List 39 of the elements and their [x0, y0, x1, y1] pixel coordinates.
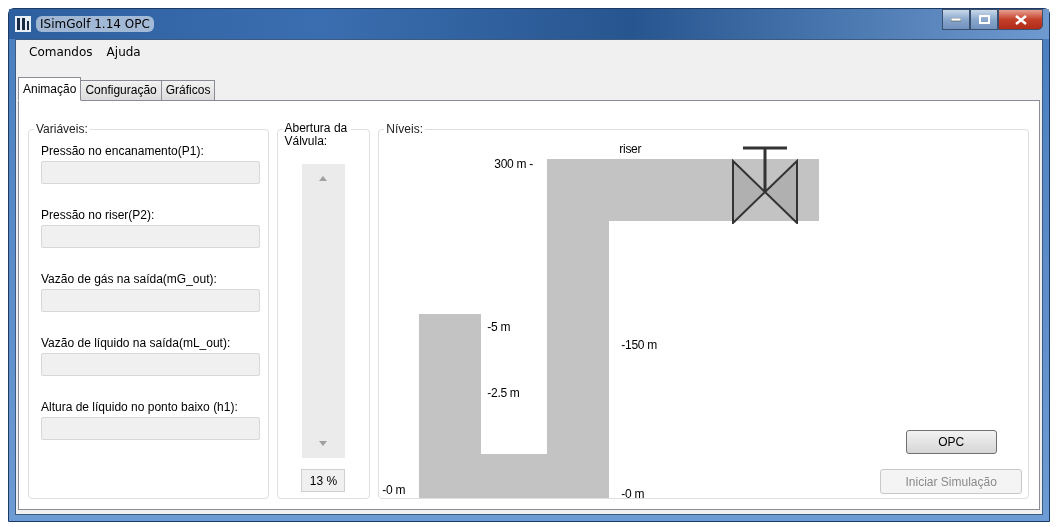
- close-button[interactable]: [998, 9, 1043, 30]
- field-label: Pressão no encanamento(P1):: [41, 144, 205, 158]
- minimize-button[interactable]: [942, 9, 970, 30]
- value-field[interactable]: 13 %: [301, 469, 346, 492]
- field-label: Pressão no riser(P2):: [41, 208, 156, 222]
- level-label: -2.5 m: [487, 386, 520, 400]
- tab[interactable]: Gráficos: [160, 80, 216, 101]
- field-label: Vazão de líquido na saída(mL_out):: [41, 336, 232, 350]
- app-logo-icon: [15, 16, 31, 32]
- valve-icon: [731, 146, 800, 224]
- close-icon: [1014, 14, 1027, 25]
- maximize-button[interactable]: [970, 9, 998, 30]
- menu-item[interactable]: Ajuda: [99, 43, 148, 61]
- tab[interactable]: Configuração: [80, 80, 162, 101]
- window-title: ISimGolf 1.14 OPC: [36, 16, 154, 32]
- tab[interactable]: Animação: [18, 77, 82, 101]
- field-label: Altura de líquido no ponto baixo (h1):: [41, 400, 239, 414]
- level-label: -0 m: [382, 483, 406, 497]
- scroll-track[interactable]: [301, 164, 345, 458]
- maximize-icon: [978, 15, 990, 24]
- input-field[interactable]: [41, 225, 260, 248]
- group-title: Abertura da Válvula:: [282, 122, 351, 148]
- group-title: Níveis:: [384, 122, 425, 136]
- minimize-icon: [951, 17, 961, 22]
- input-field[interactable]: [41, 161, 260, 184]
- opc-button[interactable]: OPC: [905, 430, 997, 454]
- level-label: -5 m: [487, 320, 511, 334]
- level-label: -150 m: [621, 338, 657, 352]
- down-arrow-icon[interactable]: [319, 441, 328, 446]
- input-field[interactable]: [41, 289, 260, 312]
- up-arrow-icon[interactable]: [319, 176, 328, 181]
- group-title: Variáveis:: [34, 122, 90, 136]
- field-label: Vazão de gás na saída(mG_out):: [41, 272, 218, 286]
- level-label: 300 m -: [494, 157, 533, 171]
- level-label: riser: [619, 142, 642, 156]
- level-label: -0 m: [621, 487, 645, 501]
- input-field[interactable]: [41, 353, 260, 376]
- input-field[interactable]: [41, 417, 260, 440]
- menu-item[interactable]: Comandos: [22, 43, 100, 61]
